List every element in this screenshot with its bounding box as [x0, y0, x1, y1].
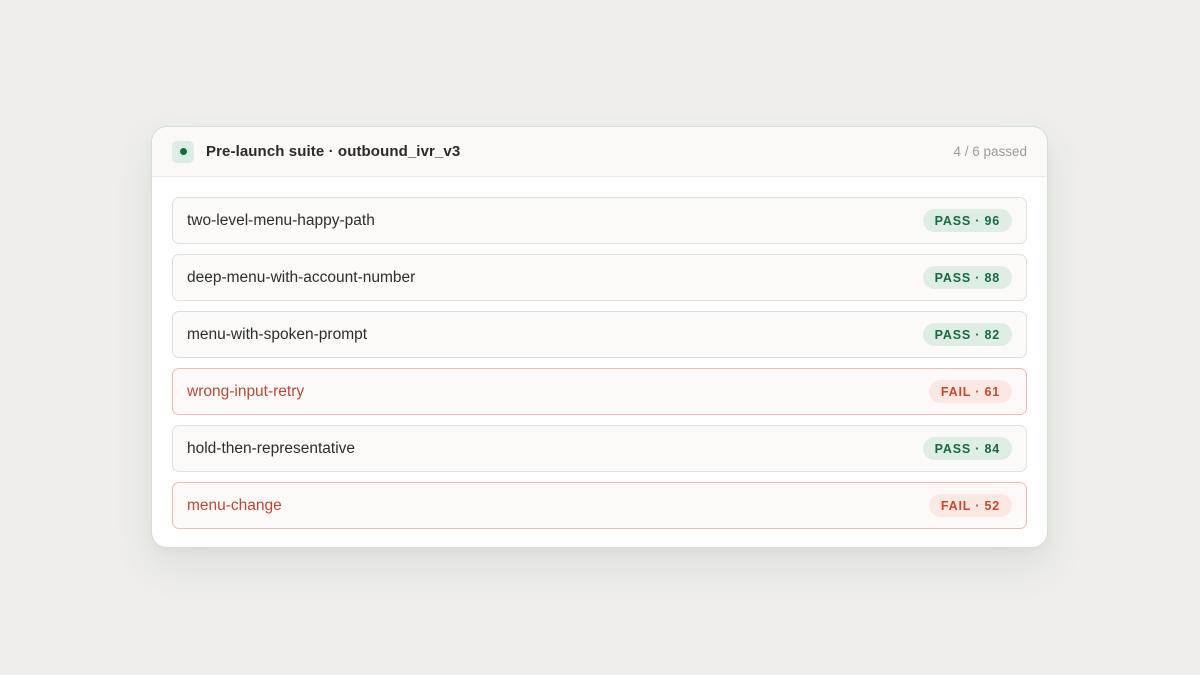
status-badge: PASS · 84	[922, 437, 1012, 460]
status-dot-icon	[172, 140, 194, 163]
status-dot	[179, 148, 187, 155]
suite-header: Pre-launch suite · outbound_ivr_v3 4 / 6…	[152, 127, 1047, 177]
suite-title: Pre-launch suite · outbound_ivr_v3	[206, 143, 461, 160]
status-badge: FAIL · 52	[928, 494, 1012, 517]
test-row[interactable]: menu-change FAIL · 52	[172, 482, 1027, 529]
test-name: two-level-menu-happy-path	[187, 211, 375, 229]
test-name: menu-with-spoken-prompt	[187, 325, 368, 343]
test-name: hold-then-representative	[187, 439, 356, 457]
status-badge: PASS · 96	[922, 209, 1012, 232]
test-row[interactable]: deep-menu-with-account-number PASS · 88	[172, 254, 1027, 301]
test-row[interactable]: wrong-input-retry FAIL · 61	[172, 368, 1027, 415]
test-name: wrong-input-retry	[187, 382, 305, 400]
test-row[interactable]: two-level-menu-happy-path PASS · 96	[172, 197, 1027, 244]
status-badge: PASS · 88	[922, 266, 1012, 289]
test-suite-panel: Pre-launch suite · outbound_ivr_v3 4 / 6…	[151, 126, 1048, 548]
status-badge: FAIL · 61	[928, 380, 1012, 403]
test-name: menu-change	[187, 496, 282, 514]
test-name: deep-menu-with-account-number	[187, 268, 416, 286]
test-row[interactable]: hold-then-representative PASS · 84	[172, 425, 1027, 472]
test-row[interactable]: menu-with-spoken-prompt PASS · 82	[172, 311, 1027, 358]
suite-summary: 4 / 6 passed	[953, 144, 1027, 159]
status-badge: PASS · 82	[922, 323, 1012, 346]
test-list: two-level-menu-happy-path PASS · 96 deep…	[152, 177, 1047, 529]
